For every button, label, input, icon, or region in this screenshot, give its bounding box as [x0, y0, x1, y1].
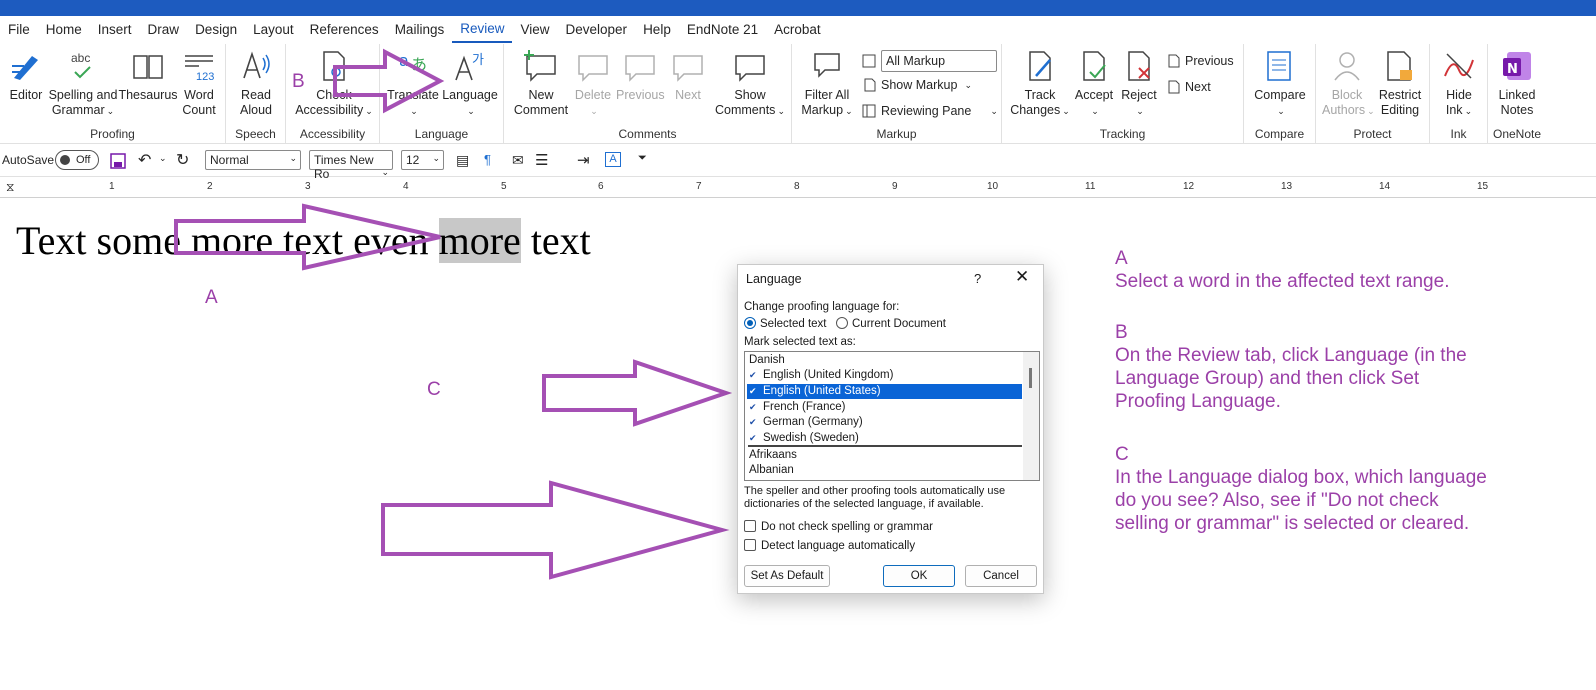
do-not-check-checkbox[interactable]: Do not check spelling or grammar: [744, 520, 933, 533]
language-item-selected[interactable]: ✔ English (United States): [746, 383, 1023, 400]
language-dialog: Language ? ✕ Change proofing language fo…: [737, 264, 1044, 594]
abc-check-icon: ✔: [749, 433, 757, 443]
language-item[interactable]: Albanian: [747, 463, 1022, 478]
list-scrollbar[interactable]: [1023, 352, 1039, 480]
radio-current-document[interactable]: Current Document: [836, 317, 946, 330]
language-item[interactable]: ✔ English (United Kingdom): [747, 368, 1022, 383]
language-item[interactable]: Afrikaans: [747, 448, 1022, 463]
checkbox-icon[interactable]: [744, 520, 756, 532]
arrow-b: [333, 48, 445, 114]
abc-check-icon: ✔: [749, 417, 757, 427]
radio-selected-text[interactable]: Selected text: [744, 317, 826, 330]
abc-check-icon: ✔: [749, 370, 757, 380]
mark-as-label: Mark selected text as:: [744, 336, 856, 348]
close-icon[interactable]: ✕: [1015, 267, 1029, 287]
language-item[interactable]: ✔ Swedish (Sweden): [747, 431, 1022, 446]
list-separator: [748, 445, 1022, 447]
arrow-c: [542, 359, 733, 427]
arrow-d: [381, 480, 730, 580]
ok-button[interactable]: OK: [883, 565, 955, 587]
language-item[interactable]: ✔ French (France): [747, 400, 1022, 415]
abc-check-icon: ✔: [749, 386, 757, 396]
abc-check-icon: ✔: [749, 402, 757, 412]
dialog-title: Language: [746, 272, 802, 286]
change-for-label: Change proofing language for:: [744, 301, 900, 313]
radio-checked-icon[interactable]: [744, 317, 756, 329]
cancel-button[interactable]: Cancel: [965, 565, 1037, 587]
info-text: The speller and other proofing tools aut…: [744, 485, 1006, 510]
set-as-default-button[interactable]: Set As Default: [744, 565, 830, 587]
arrow-a: [174, 203, 441, 271]
word-window: File Home Insert Draw Design Layout Refe…: [0, 0, 1596, 690]
language-item[interactable]: Danish: [747, 353, 1022, 368]
language-item[interactable]: ✔ German (Germany): [747, 415, 1022, 430]
language-list[interactable]: Danish ✔ English (United Kingdom) ✔ Englis…: [744, 351, 1040, 481]
scroll-thumb[interactable]: [1029, 368, 1032, 388]
help-icon[interactable]: ?: [974, 271, 981, 286]
radio-unchecked-icon[interactable]: [836, 317, 848, 329]
checkbox-icon[interactable]: [744, 539, 756, 551]
detect-language-checkbox[interactable]: Detect language automatically: [744, 539, 915, 552]
